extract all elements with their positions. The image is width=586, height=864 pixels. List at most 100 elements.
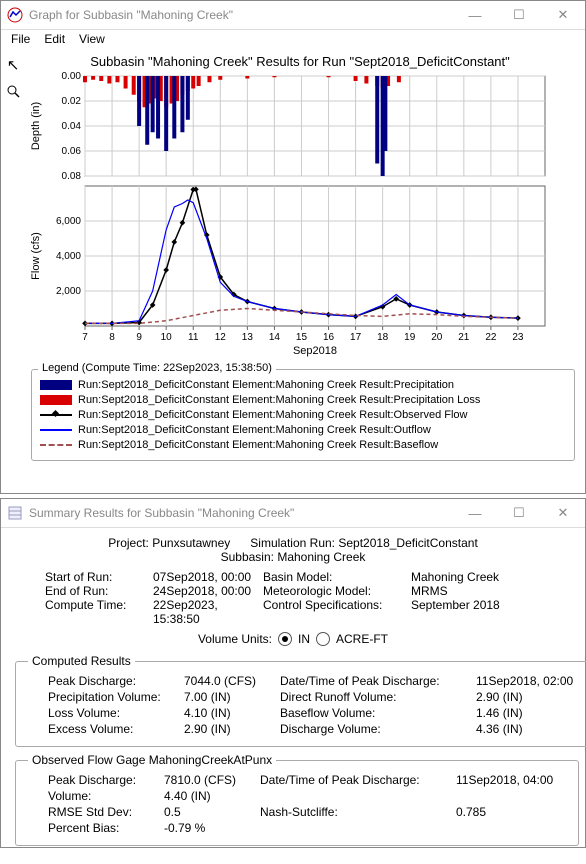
met-label: Meteorologic Model: bbox=[263, 584, 403, 598]
dro-lbl: Direct Runoff Volume: bbox=[280, 690, 470, 704]
observed-legend: Observed Flow Gage MahoningCreekAtPunx bbox=[28, 753, 276, 767]
ctime-label: Compute Time: bbox=[45, 598, 145, 626]
start-label: Start of Run: bbox=[45, 570, 145, 584]
dtp-lbl: Date/Time of Peak Discharge: bbox=[280, 674, 470, 688]
svg-text:14: 14 bbox=[269, 332, 281, 343]
peak-val: 7044.0 (CFS) bbox=[184, 674, 274, 688]
summary-minimize-button[interactable]: — bbox=[453, 499, 497, 527]
opb-val: -0.79 % bbox=[164, 821, 254, 835]
svg-text:Flow (cfs): Flow (cfs) bbox=[30, 232, 42, 280]
ons-lbl: Nash-Sutcliffe: bbox=[260, 805, 450, 819]
computed-results: Computed Results Peak Discharge: 7044.0 … bbox=[15, 654, 586, 747]
chart-area: Subbasin "Mahoning Creek" Results for Ru… bbox=[25, 50, 585, 361]
zoom-icon[interactable] bbox=[6, 84, 20, 98]
menu-view[interactable]: View bbox=[79, 32, 105, 46]
svg-text:0.08: 0.08 bbox=[62, 171, 82, 182]
svg-text:20: 20 bbox=[431, 332, 443, 343]
simrun-label: Simulation Run: bbox=[250, 536, 335, 550]
menu-edit[interactable]: Edit bbox=[44, 32, 65, 46]
project-label: Project: bbox=[108, 536, 149, 550]
ormse-lbl: RMSE Std Dev: bbox=[48, 805, 158, 819]
svg-text:6,000: 6,000 bbox=[56, 216, 81, 227]
peak-lbl: Peak Discharge: bbox=[48, 674, 178, 688]
svg-text:0.00: 0.00 bbox=[62, 71, 82, 82]
minimize-button[interactable]: — bbox=[453, 1, 497, 29]
legend-baseflow: Run:Sept2018_DeficitConstant Element:Mah… bbox=[78, 439, 438, 451]
opeak-val: 7810.0 (CFS) bbox=[164, 773, 254, 787]
svg-text:10: 10 bbox=[161, 332, 173, 343]
menu-file[interactable]: File bbox=[11, 32, 30, 46]
vol-acft: ACRE-FT bbox=[336, 632, 388, 646]
titlebar: Graph for Subbasin "Mahoning Creek" — ☐ … bbox=[1, 1, 585, 30]
svg-text:9: 9 bbox=[136, 332, 142, 343]
legend-title: Legend (Compute Time: 22Sep2023, 15:38:5… bbox=[38, 362, 276, 374]
end-value: 24Sep2018, 00:00 bbox=[153, 584, 255, 598]
swatch-observed bbox=[40, 414, 72, 416]
swatch-precip bbox=[40, 380, 72, 390]
subbasin-label: Subbasin: bbox=[221, 550, 274, 564]
subbasin-value: Mahoning Creek bbox=[277, 550, 365, 564]
swatch-baseflow bbox=[40, 444, 72, 446]
basin-value: Mahoning Creek bbox=[411, 570, 541, 584]
met-value: MRMS bbox=[411, 584, 541, 598]
svg-text:15: 15 bbox=[296, 332, 308, 343]
ons-val: 0.785 bbox=[456, 805, 566, 819]
pointer-icon[interactable]: ↖ bbox=[7, 56, 20, 74]
summary-icon bbox=[7, 505, 23, 521]
svg-text:12: 12 bbox=[215, 332, 227, 343]
ovol-val: 4.40 (IN) bbox=[164, 789, 254, 803]
close-button[interactable]: ✕ bbox=[541, 1, 585, 29]
loss-val: 4.10 (IN) bbox=[184, 706, 274, 720]
odtp-lbl: Date/Time of Peak Discharge: bbox=[260, 773, 450, 787]
summary-title: Summary Results for Subbasin "Mahoning C… bbox=[29, 506, 453, 520]
svg-text:19: 19 bbox=[404, 332, 416, 343]
loss-lbl: Loss Volume: bbox=[48, 706, 178, 720]
svg-text:16: 16 bbox=[323, 332, 335, 343]
menubar: File Edit View bbox=[1, 30, 585, 50]
legend: Legend (Compute Time: 22Sep2023, 15:38:5… bbox=[31, 369, 575, 461]
computed-legend: Computed Results bbox=[28, 654, 135, 668]
basin-label: Basin Model: bbox=[263, 570, 403, 584]
bfv-lbl: Baseflow Volume: bbox=[280, 706, 470, 720]
vol-in: IN bbox=[298, 632, 310, 646]
ovol-lbl: Volume: bbox=[48, 789, 158, 803]
summary-titlebar: Summary Results for Subbasin "Mahoning C… bbox=[1, 499, 585, 528]
svg-text:22: 22 bbox=[485, 332, 497, 343]
ctime-value: 22Sep2023, 15:38:50 bbox=[153, 598, 255, 626]
end-label: End of Run: bbox=[45, 584, 145, 598]
legend-precip: Run:Sept2018_DeficitConstant Element:Mah… bbox=[78, 379, 454, 391]
summary-maximize-button[interactable]: ☐ bbox=[497, 499, 541, 527]
observed-results: Observed Flow Gage MahoningCreekAtPunx P… bbox=[15, 753, 579, 846]
svg-text:8: 8 bbox=[109, 332, 115, 343]
opb-lbl: Percent Bias: bbox=[48, 821, 158, 835]
app-icon bbox=[7, 7, 23, 23]
start-value: 07Sep2018, 00:00 bbox=[153, 570, 255, 584]
bfv-val: 1.46 (IN) bbox=[476, 706, 586, 720]
dtp-val: 11Sep2018, 02:00 bbox=[476, 674, 586, 688]
radio-acft[interactable] bbox=[316, 632, 330, 646]
vol-label: Volume Units: bbox=[198, 632, 272, 646]
excess-lbl: Excess Volume: bbox=[48, 722, 178, 736]
summary-close-button[interactable]: ✕ bbox=[541, 499, 585, 527]
ctrl-label: Control Specifications: bbox=[263, 598, 403, 626]
legend-observed: Run:Sept2018_DeficitConstant Element:Mah… bbox=[78, 409, 467, 421]
simrun-value: Sept2018_DeficitConstant bbox=[338, 536, 477, 550]
project-value: Punxsutawney bbox=[152, 536, 230, 550]
maximize-button[interactable]: ☐ bbox=[497, 1, 541, 29]
svg-text:Sep2018: Sep2018 bbox=[293, 345, 337, 357]
volume-units: Volume Units: IN ACRE-FT bbox=[15, 632, 571, 646]
pvol-val: 7.00 (IN) bbox=[184, 690, 274, 704]
radio-in[interactable] bbox=[278, 632, 292, 646]
dv-lbl: Discharge Volume: bbox=[280, 722, 470, 736]
svg-text:18: 18 bbox=[377, 332, 389, 343]
dro-val: 2.90 (IN) bbox=[476, 690, 586, 704]
svg-text:17: 17 bbox=[350, 332, 362, 343]
window-title: Graph for Subbasin "Mahoning Creek" bbox=[29, 8, 453, 22]
svg-text:13: 13 bbox=[242, 332, 254, 343]
odtp-val: 11Sep2018, 04:00 bbox=[456, 773, 566, 787]
summary-window: Summary Results for Subbasin "Mahoning C… bbox=[0, 498, 586, 848]
svg-text:0.02: 0.02 bbox=[62, 96, 82, 107]
swatch-precip-loss bbox=[40, 395, 72, 405]
svg-text:21: 21 bbox=[458, 332, 470, 343]
toolstrip: ↖ bbox=[1, 50, 25, 361]
